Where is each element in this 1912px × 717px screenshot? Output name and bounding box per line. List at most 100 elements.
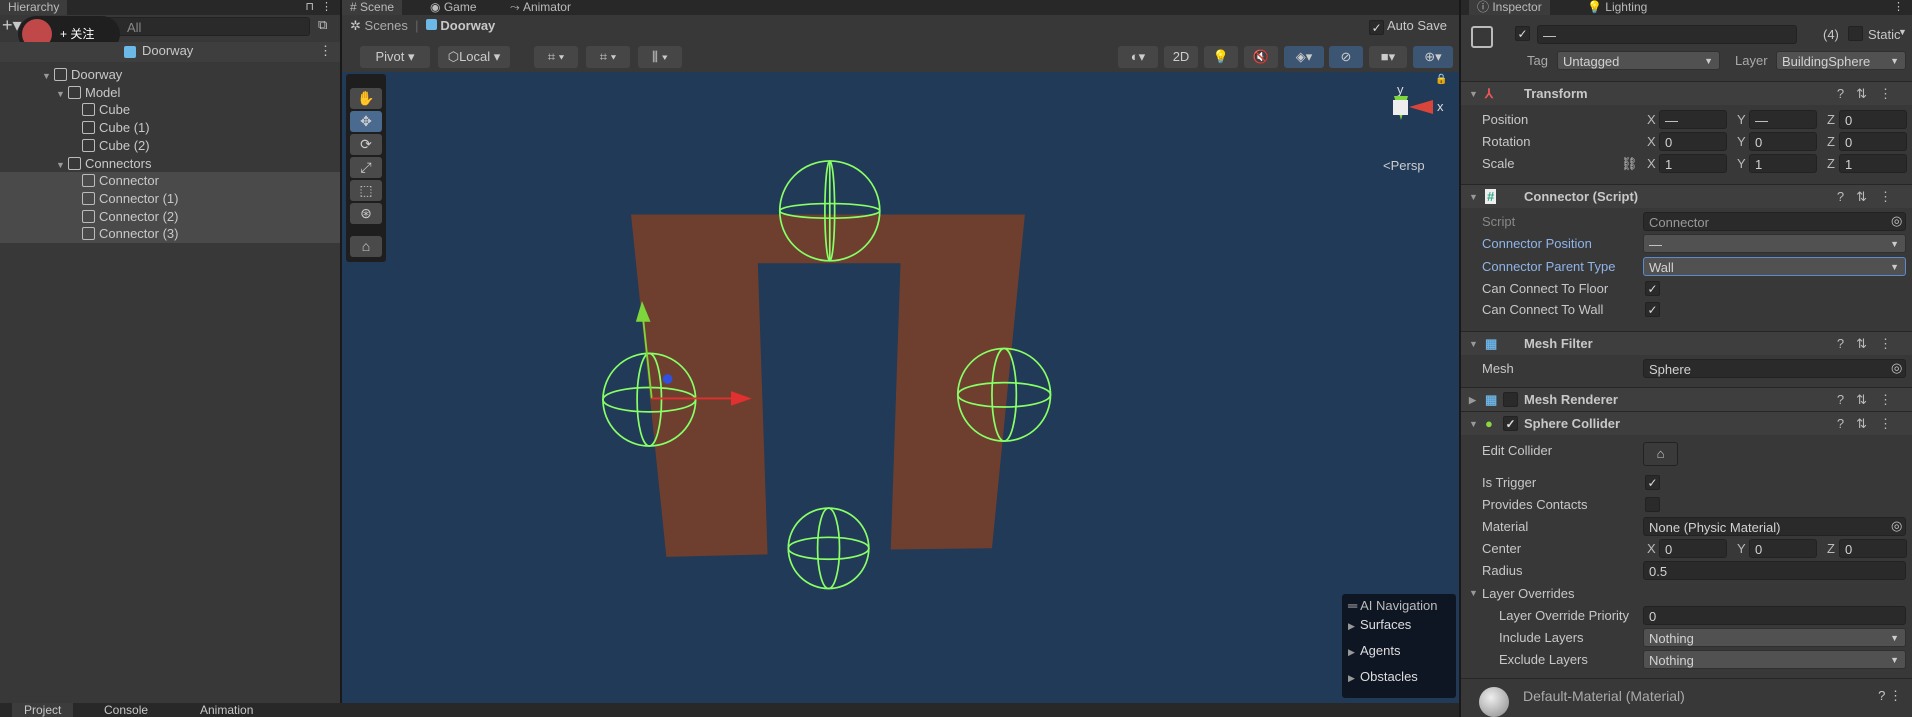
move-tool[interactable]: ✥ <box>350 111 382 132</box>
rotation-x-input[interactable]: 0 <box>1659 132 1727 151</box>
component-enabled-checkbox[interactable]: ✓ <box>1503 416 1518 431</box>
more-icon[interactable]: ⋮ <box>321 0 332 13</box>
hierarchy-item[interactable]: Connector <box>0 172 340 190</box>
tab-hierarchy[interactable]: Hierarchy <box>0 0 68 15</box>
constrain-proportions-icon[interactable]: ⛓ <box>1621 156 1638 172</box>
script-field[interactable]: Connector <box>1643 212 1906 231</box>
edit-collider-button[interactable]: ⌂ <box>1643 442 1678 466</box>
position-x-input[interactable]: — <box>1659 110 1727 129</box>
local-dropdown[interactable]: ⬡Local ▾ <box>438 46 510 68</box>
search-scope-icon[interactable]: ⧉ <box>318 17 327 33</box>
lock-icon[interactable]: 🔒 <box>1435 74 1447 85</box>
hierarchy-item[interactable]: ▼ Doorway <box>0 66 340 84</box>
scale-z-input[interactable]: 1 <box>1839 154 1907 173</box>
hierarchy-item[interactable]: ▼ Connectors <box>0 155 340 173</box>
is-trigger-checkbox[interactable]: ✓ <box>1645 475 1660 490</box>
connector-parent-type-dropdown[interactable]: Wall <box>1643 257 1906 276</box>
tab-lighting[interactable]: 💡 Lighting <box>1579 0 1655 15</box>
expand-arrow-icon[interactable]: ▶ <box>1469 388 1481 412</box>
persp-label[interactable]: <Persp <box>1383 158 1425 173</box>
rotation-z-input[interactable]: 0 <box>1839 132 1907 151</box>
grid-snap-button[interactable]: ⌗ ▾ <box>534 46 578 68</box>
camera-dropdown[interactable]: ■▾ <box>1369 46 1407 68</box>
position-z-input[interactable]: 0 <box>1839 110 1907 129</box>
layer-dropdown[interactable]: BuildingSphere <box>1776 51 1906 70</box>
ai-nav-surfaces[interactable]: ▶ Surfaces <box>1348 617 1450 632</box>
can-connect-floor-checkbox[interactable]: ✓ <box>1645 281 1660 296</box>
gizmos-dropdown[interactable]: ⊕▾ <box>1413 46 1453 68</box>
transform-header[interactable]: ▼ ⅄ Transform ?⇅⋮ <box>1461 81 1912 105</box>
breadcrumb-doorway[interactable]: Doorway <box>440 18 495 33</box>
auto-save-toggle[interactable]: ✓ Auto Save <box>1369 18 1447 35</box>
scene-header[interactable]: Doorway ⋮ <box>0 42 340 62</box>
rotation-y-input[interactable]: 0 <box>1749 132 1817 151</box>
scale-x-input[interactable]: 1 <box>1659 154 1727 173</box>
shading-mode-dropdown[interactable]: ◐▾ <box>1118 46 1158 68</box>
lock-icon[interactable]: ⊓ <box>305 0 314 13</box>
expand-arrow-icon[interactable]: ▼ <box>56 156 68 174</box>
visibility-toggle[interactable]: ⊘ <box>1329 46 1363 68</box>
hierarchy-item[interactable]: Connector (1) <box>0 190 340 208</box>
name-input[interactable]: — <box>1537 25 1797 44</box>
object-picker-icon[interactable]: ◎ <box>1891 360 1902 376</box>
radius-input[interactable]: 0.5 <box>1643 561 1906 580</box>
provides-contacts-checkbox[interactable] <box>1645 497 1660 512</box>
tab-game[interactable]: ◉ Game <box>422 0 485 15</box>
object-picker-icon[interactable]: ◎ <box>1891 213 1902 229</box>
2d-toggle[interactable]: 2D <box>1164 46 1198 68</box>
exclude-layers-dropdown[interactable]: Nothing <box>1643 650 1906 669</box>
connector-script-header[interactable]: ▼ # Connector (Script) ?⇅⋮ <box>1461 184 1912 208</box>
include-layers-dropdown[interactable]: Nothing <box>1643 628 1906 647</box>
ai-nav-agents[interactable]: ▶ Agents <box>1348 643 1450 658</box>
increment-snap-button[interactable]: ⌗ ▾ <box>586 46 630 68</box>
more-icon[interactable]: ⋮ <box>1893 0 1904 13</box>
object-picker-icon[interactable]: ◎ <box>1891 518 1902 534</box>
rotate-tool[interactable]: ⟳ <box>350 134 382 155</box>
active-checkbox[interactable]: ✓ <box>1515 26 1530 41</box>
sphere-collider-header[interactable]: ▼ ● ✓ Sphere Collider ?⇅⋮ <box>1461 411 1912 435</box>
component-actions[interactable]: ? ⋮ <box>1878 688 1902 704</box>
center-x-input[interactable]: 0 <box>1659 539 1727 558</box>
tab-project[interactable]: Project <box>12 703 74 717</box>
orientation-gizmo[interactable]: y x 🔒 <Persp <box>1367 72 1457 192</box>
rect-tool[interactable]: ⬚ <box>350 180 382 201</box>
mesh-renderer-header[interactable]: ▶ ▦ Mesh Renderer ?⇅⋮ <box>1461 387 1912 411</box>
collapse-arrow-icon[interactable]: ▼ <box>1469 412 1481 436</box>
audio-toggle[interactable]: 🔇 <box>1244 46 1278 68</box>
component-actions[interactable]: ?⇅⋮ <box>1837 82 1904 106</box>
effects-dropdown[interactable]: ◈▾ <box>1284 46 1324 68</box>
scale-tool[interactable]: ⤢ <box>350 157 382 178</box>
component-actions[interactable]: ?⇅⋮ <box>1837 388 1904 412</box>
align-button[interactable]: ⫼ ▾ <box>638 46 682 68</box>
ai-nav-obstacles[interactable]: ▶ Obstacles <box>1348 669 1450 684</box>
hierarchy-item[interactable]: Cube <box>0 101 340 119</box>
static-dropdown[interactable]: ▼ <box>1898 27 1907 37</box>
hierarchy-item[interactable]: Connector (2) <box>0 208 340 226</box>
collapse-arrow-icon[interactable]: ▼ <box>1469 332 1481 356</box>
layer-override-priority-input[interactable]: 0 <box>1643 606 1906 625</box>
hierarchy-item[interactable]: Cube (2) <box>0 137 340 155</box>
collapse-arrow-icon[interactable]: ▼ <box>1469 82 1481 106</box>
tag-dropdown[interactable]: Untagged <box>1557 51 1720 70</box>
tab-scene[interactable]: # Scene <box>342 0 403 15</box>
lighting-toggle[interactable]: 💡 <box>1204 46 1238 68</box>
mesh-filter-header[interactable]: ▼ ▦ Mesh Filter ?⇅⋮ <box>1461 331 1912 355</box>
edit-collider-tool[interactable]: ⌂ <box>350 236 382 257</box>
hierarchy-item[interactable]: Cube (1) <box>0 119 340 137</box>
more-icon[interactable]: ⋮ <box>319 42 332 60</box>
can-connect-wall-checkbox[interactable]: ✓ <box>1645 302 1660 317</box>
material-section[interactable]: Default-Material (Material) ? ⋮ <box>1461 678 1912 717</box>
hand-tool[interactable]: ✋ <box>350 88 382 109</box>
center-z-input[interactable]: 0 <box>1839 539 1907 558</box>
component-enabled-checkbox[interactable] <box>1503 392 1518 407</box>
mesh-field[interactable]: Sphere <box>1643 359 1906 378</box>
material-field[interactable]: None (Physic Material) <box>1643 517 1906 536</box>
tab-animator[interactable]: ⤳ Animator <box>502 0 579 15</box>
component-actions[interactable]: ?⇅⋮ <box>1837 332 1904 356</box>
tab-console[interactable]: Console <box>104 703 148 717</box>
static-checkbox[interactable] <box>1848 26 1863 41</box>
tab-inspector[interactable]: ⓘ Inspector <box>1469 0 1550 15</box>
hierarchy-item[interactable]: Connector (3) <box>0 225 340 243</box>
component-actions[interactable]: ?⇅⋮ <box>1837 412 1904 436</box>
breadcrumb-scenes[interactable]: Scenes <box>365 18 408 33</box>
